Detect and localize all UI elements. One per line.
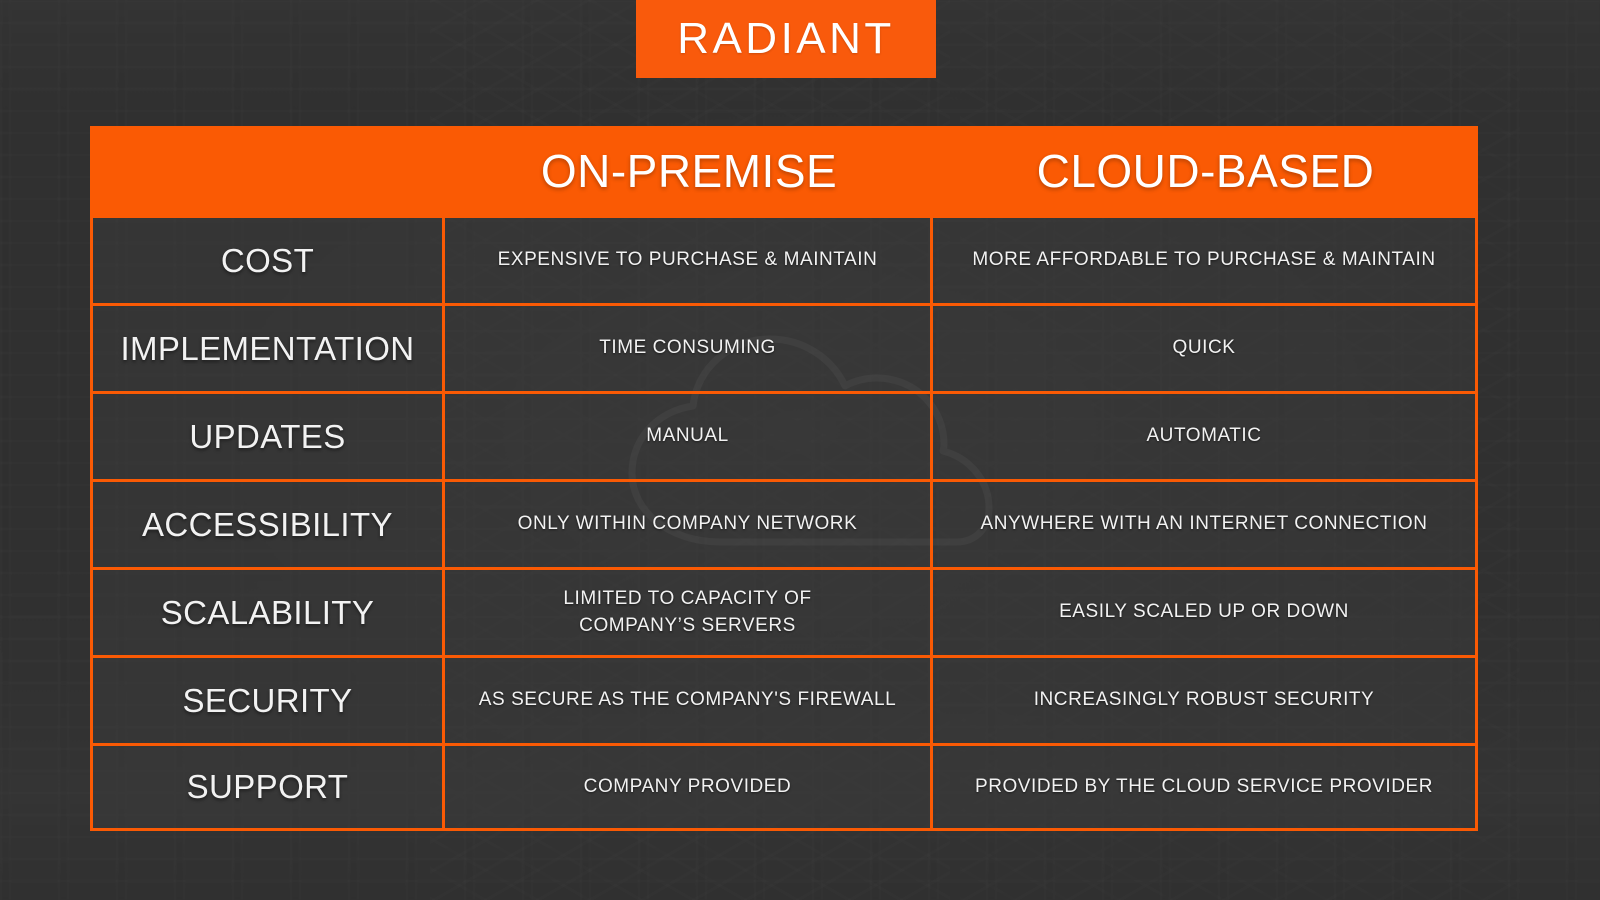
table-header-row: ON-PREMISE CLOUD-BASED (90, 126, 1478, 215)
brand-logo-text: RADIANT (677, 14, 895, 63)
cell-on-premise-accessibility: ONLY WITHIN COMPANY NETWORK (445, 482, 933, 567)
row-label-accessibility: ACCESSIBILITY (90, 482, 445, 567)
cell-cloud-based-accessibility: ANYWHERE WITH AN INTERNET CONNECTION (933, 482, 1478, 567)
cell-on-premise-scalability: LIMITED TO CAPACITY OF COMPANY’S SERVERS (445, 570, 933, 655)
cell-on-premise-updates: MANUAL (445, 394, 933, 479)
cell-cloud-based-support: PROVIDED BY THE CLOUD SERVICE PROVIDER (933, 746, 1478, 828)
cell-text-line-1: LIMITED TO CAPACITY OF (563, 588, 812, 610)
row-label-updates: UPDATES (90, 394, 445, 479)
brand-logo-banner: RADIANT (636, 0, 936, 78)
row-label-support: SUPPORT (90, 746, 445, 828)
comparison-table: ON-PREMISE CLOUD-BASED COST EXPENSIVE TO… (90, 126, 1478, 832)
cell-text-line-2: COMPANY’S SERVERS (579, 614, 796, 636)
table-row: ACCESSIBILITY ONLY WITHIN COMPANY NETWOR… (90, 479, 1478, 567)
table-row: SUPPORT COMPANY PROVIDED PROVIDED BY THE… (90, 743, 1478, 831)
cell-cloud-based-implementation: QUICK (933, 306, 1478, 391)
table-row: IMPLEMENTATION TIME CONSUMING QUICK (90, 303, 1478, 391)
table-row: COST EXPENSIVE TO PURCHASE & MAINTAIN MO… (90, 215, 1478, 303)
table-header-blank (90, 126, 445, 215)
cell-cloud-based-updates: AUTOMATIC (933, 394, 1478, 479)
table-row: UPDATES MANUAL AUTOMATIC (90, 391, 1478, 479)
cell-on-premise-implementation: TIME CONSUMING (445, 306, 933, 391)
cell-cloud-based-scalability: EASILY SCALED UP OR DOWN (933, 570, 1478, 655)
cell-on-premise-security: AS SECURE AS THE COMPANY'S FIREWALL (445, 658, 933, 743)
cell-cloud-based-security: INCREASINGLY ROBUST SECURITY (933, 658, 1478, 743)
table-header-on-premise: ON-PREMISE (540, 144, 838, 197)
row-label-security: SECURITY (90, 658, 445, 743)
row-label-cost: COST (90, 218, 445, 303)
row-label-implementation: IMPLEMENTATION (90, 306, 445, 391)
table-row: SCALABILITY LIMITED TO CAPACITY OF COMPA… (90, 567, 1478, 655)
cell-on-premise-support: COMPANY PROVIDED (445, 746, 933, 828)
table-header-cloud-based: CLOUD-BASED (1036, 144, 1375, 197)
row-label-scalability: SCALABILITY (90, 570, 445, 655)
cell-on-premise-cost: EXPENSIVE TO PURCHASE & MAINTAIN (445, 218, 933, 303)
slide-canvas: RADIANT ON-PREMISE CLOUD-BASED COST EXPE… (0, 0, 1600, 900)
cell-cloud-based-cost: MORE AFFORDABLE TO PURCHASE & MAINTAIN (933, 218, 1478, 303)
table-row: SECURITY AS SECURE AS THE COMPANY'S FIRE… (90, 655, 1478, 743)
